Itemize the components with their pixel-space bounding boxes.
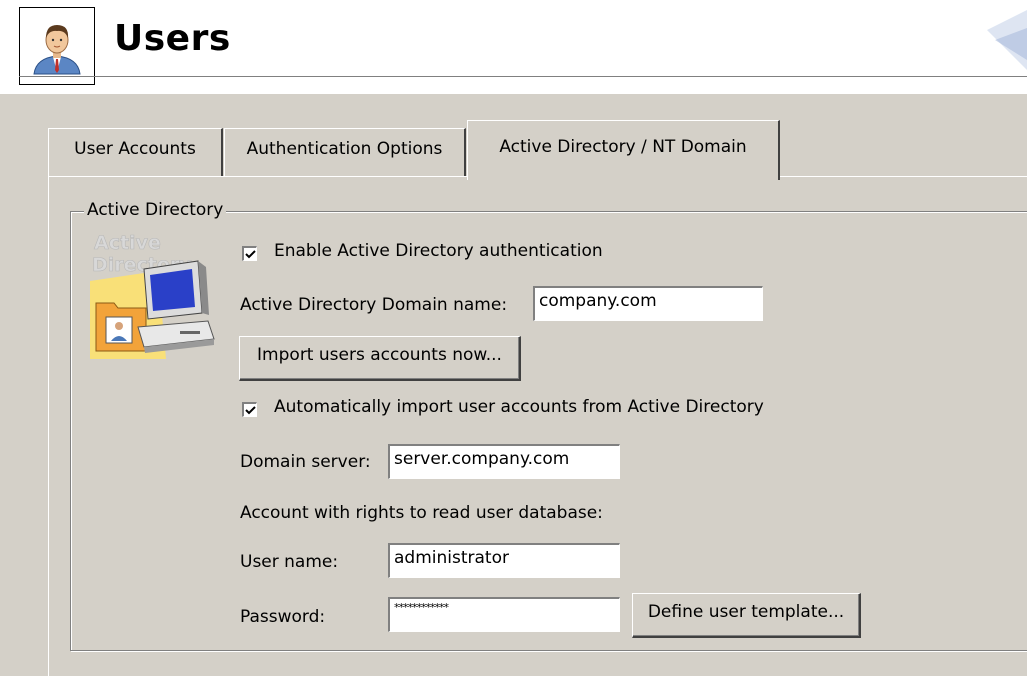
import-users-button[interactable]: Import users accounts now... bbox=[239, 336, 521, 381]
active-directory-illustration-icon: Active Directory bbox=[90, 232, 215, 359]
domain-server-label: Domain server: bbox=[240, 452, 371, 472]
corner-decoration-icon bbox=[987, 10, 1027, 70]
header-bar: Users bbox=[0, 0, 1027, 94]
auto-import-checkbox[interactable] bbox=[242, 402, 257, 417]
user-name-field[interactable]: administrator bbox=[388, 543, 620, 578]
header-divider bbox=[19, 76, 1027, 77]
page-title: Users bbox=[114, 18, 231, 59]
tab-active-directory-nt-domain[interactable]: Active Directory / NT Domain bbox=[467, 120, 780, 180]
define-user-template-button[interactable]: Define user template... bbox=[632, 593, 861, 638]
svg-text:Active: Active bbox=[94, 232, 161, 254]
password-field[interactable]: ************ bbox=[388, 597, 620, 632]
tab-user-accounts[interactable]: User Accounts bbox=[48, 128, 223, 176]
enable-ad-label[interactable]: Enable Active Directory authentication bbox=[274, 241, 603, 261]
domain-name-field[interactable]: company.com bbox=[533, 286, 763, 321]
account-rights-label: Account with rights to read user databas… bbox=[240, 503, 603, 523]
groupbox-label: Active Directory bbox=[84, 200, 227, 220]
users-header-icon bbox=[19, 7, 95, 85]
enable-ad-checkbox[interactable] bbox=[242, 246, 257, 261]
auto-import-label[interactable]: Automatically import user accounts from … bbox=[274, 397, 764, 417]
tab-authentication-options[interactable]: Authentication Options bbox=[224, 128, 466, 176]
user-name-label: User name: bbox=[240, 552, 339, 572]
password-label: Password: bbox=[240, 607, 326, 627]
domain-server-field[interactable]: server.company.com bbox=[388, 444, 620, 479]
domain-name-label: Active Directory Domain name: bbox=[240, 295, 508, 315]
